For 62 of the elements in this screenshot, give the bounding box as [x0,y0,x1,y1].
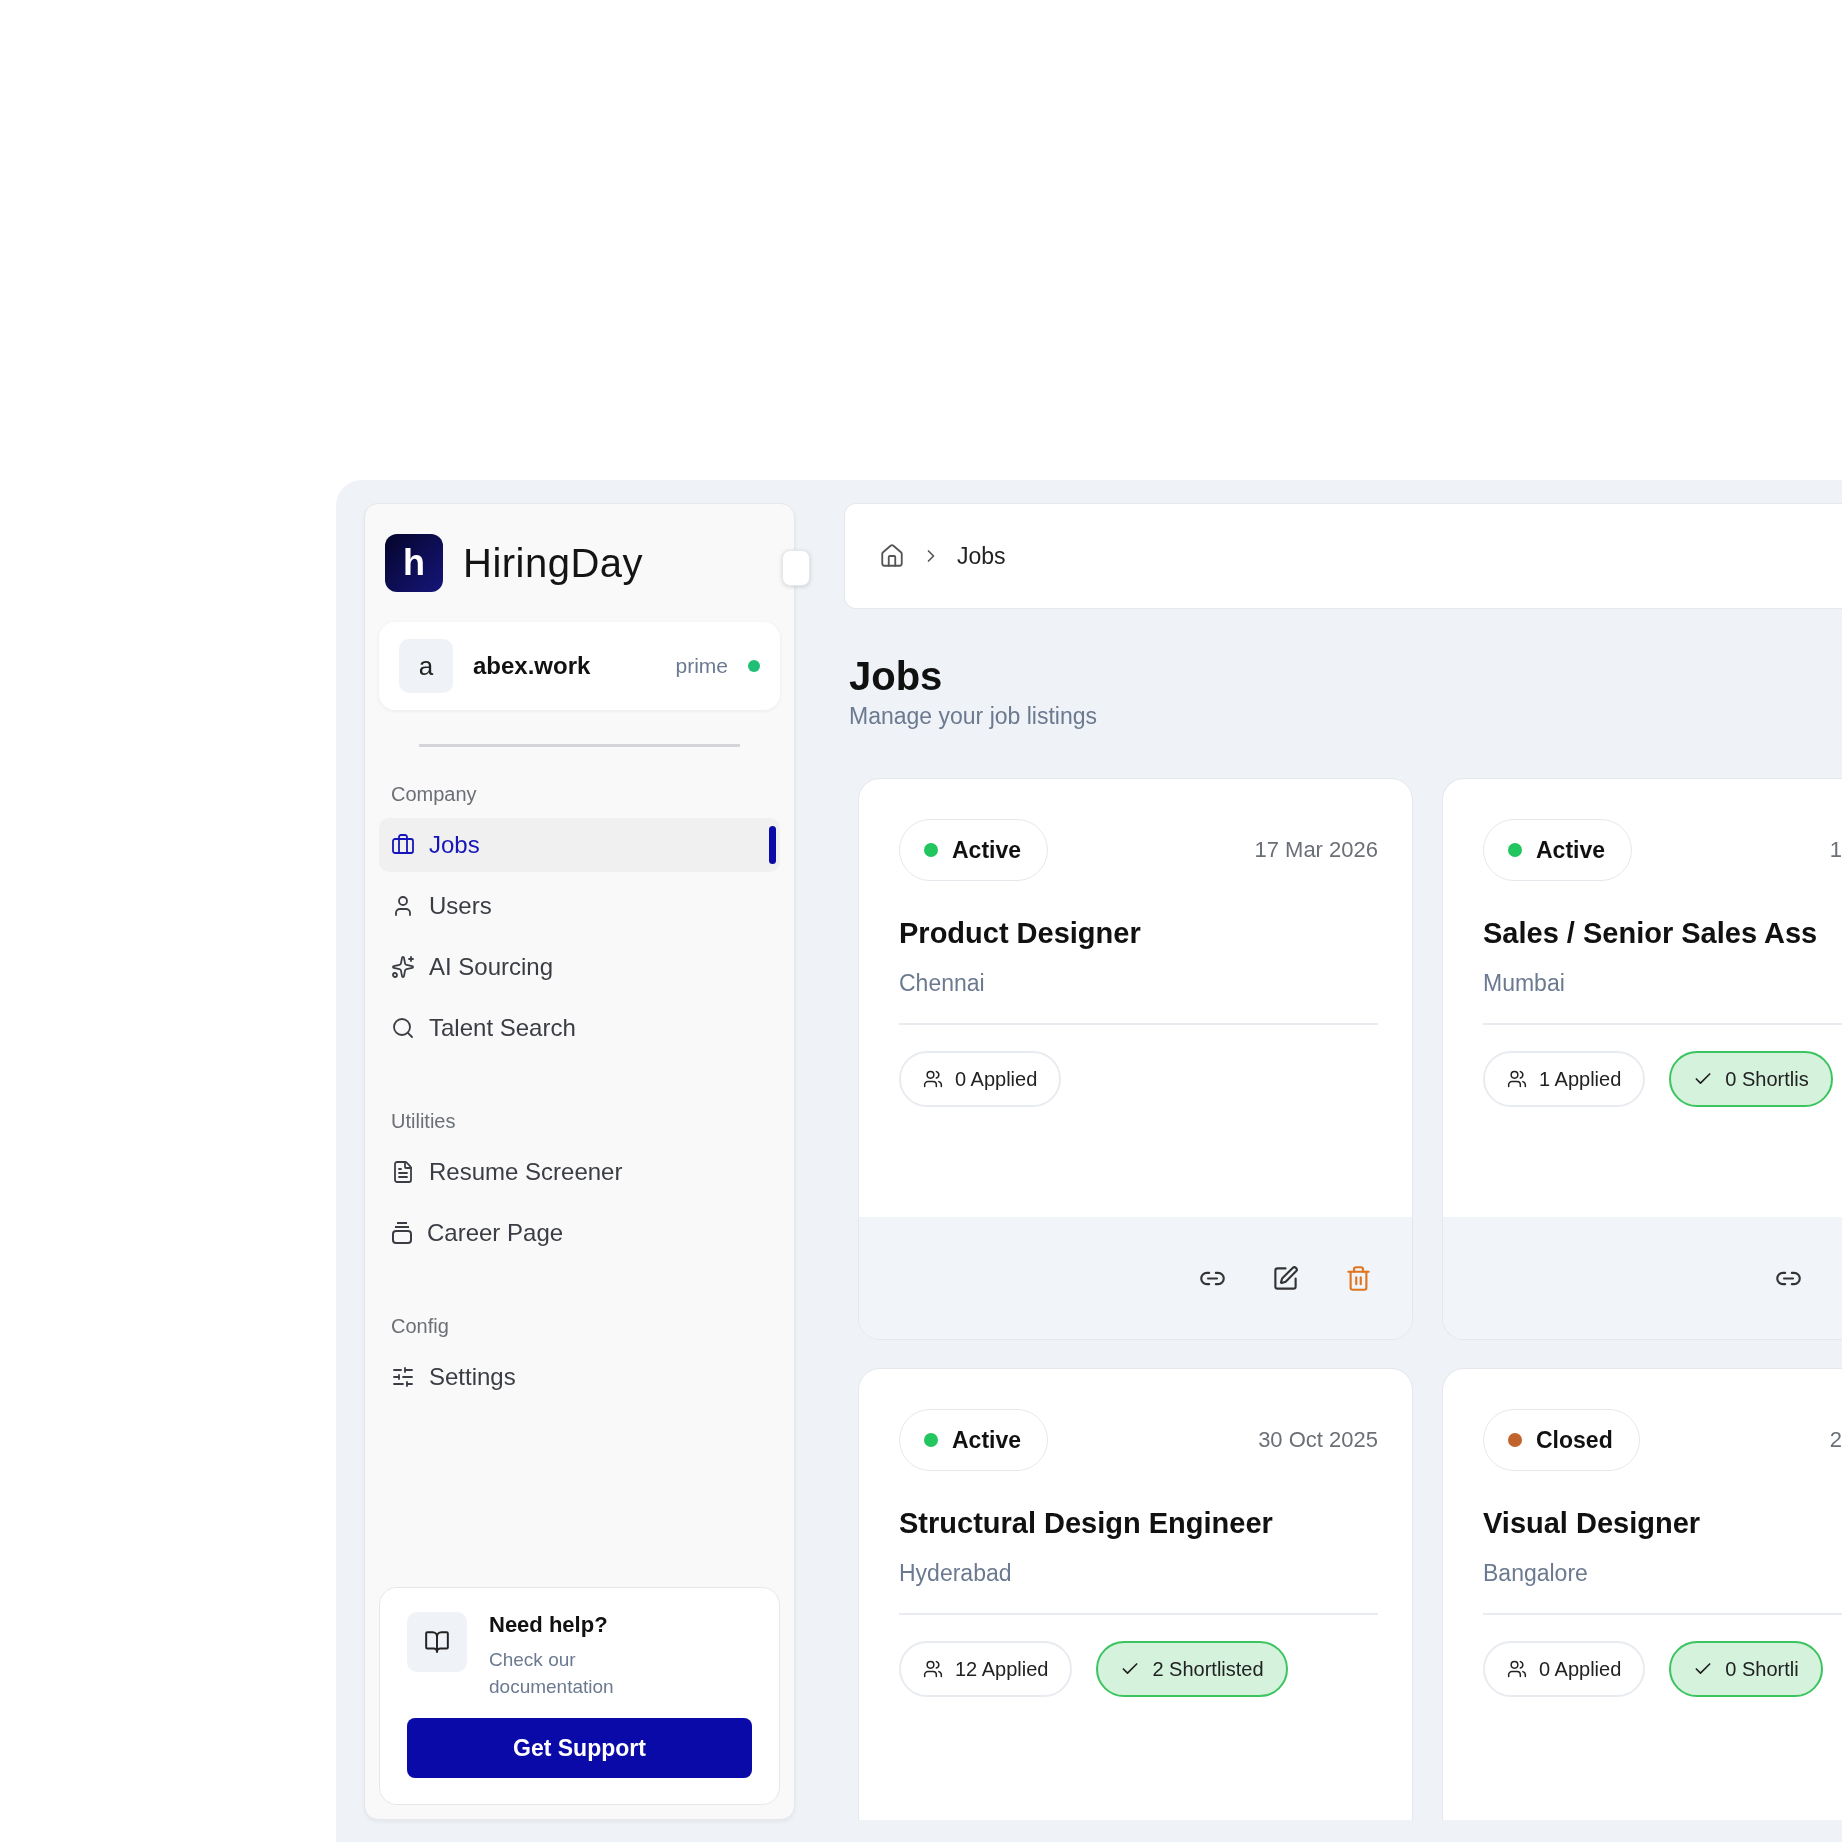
page-subtitle: Manage your job listings [849,703,1099,730]
account-card[interactable]: a abex.work prime [379,622,780,710]
posted-date: 17 Mar 2026 [1254,837,1378,863]
shortlisted-count: 0 Shortlis [1669,1051,1833,1107]
applied-count: 0 Applied [899,1051,1062,1107]
status-label: Active [952,1426,1022,1454]
sparkles-icon [391,955,415,979]
job-location: Hyderabad [899,1560,1013,1587]
collapse-handle[interactable] [782,550,810,586]
people-icon [923,1069,943,1089]
people-icon [1507,1069,1527,1089]
applied-count: 12 Applied [899,1641,1073,1697]
edit-button[interactable] [1272,1264,1299,1292]
nav-heading: Company [390,783,478,806]
plan-label: prime [675,654,728,678]
posted-date: 30 Oct 2025 [1258,1427,1378,1453]
logo: h [385,534,443,592]
people-icon [923,1659,943,1679]
posted-date: 2 [1829,1427,1842,1453]
breadcrumb-item[interactable]: Jobs [957,542,1006,570]
account-name: abex.work [473,652,592,680]
status-label: Active [1536,836,1606,864]
shortlisted-count: 0 Shortli [1669,1641,1823,1697]
help-title: Need help? [489,1612,609,1638]
briefcase-icon [391,833,415,857]
job-title: Product Designer [899,917,1142,950]
trash-button[interactable] [1345,1264,1372,1292]
book-icon [407,1612,467,1672]
job-location: Mumbai [1483,970,1566,997]
nav-item[interactable]: Settings [379,1350,780,1404]
search-icon [391,1016,415,1040]
people-icon [1507,1659,1527,1679]
nav-item[interactable]: Users [379,879,780,933]
status-label: Closed [1536,1426,1613,1454]
job-title: Sales / Senior Sales Ass [1483,917,1819,950]
sliders-icon [391,1365,415,1389]
applied-count: 1 Applied [1483,1051,1646,1107]
page-title: Jobs [849,653,944,699]
brand-name: HiringDay [463,540,644,586]
status-label: Active [952,836,1022,864]
nav-item[interactable]: Jobs [379,818,780,872]
nav-item[interactable]: AI Sourcing [379,940,780,994]
nav-item[interactable]: Talent Search [379,1001,780,1055]
nav-item[interactable]: Resume Screener [379,1145,780,1199]
active-indicator [769,826,776,864]
job-location: Bangalore [1483,1560,1589,1587]
online-dot [748,660,760,672]
get-support-button[interactable]: Get Support [407,1718,752,1778]
applied-count: 0 Applied [1483,1641,1646,1697]
stack-icon [391,1221,413,1245]
help-text: Check our documentation [489,1648,615,1699]
job-location: Chennai [899,970,986,997]
nav-item[interactable]: Career Page [379,1206,780,1260]
job-title: Structural Design Engineer [899,1507,1274,1540]
nav-heading: Config [390,1315,450,1338]
nav-heading: Utilities [390,1110,457,1133]
shortlisted-count: 2 Shortlisted [1096,1641,1288,1697]
document-icon [391,1160,415,1184]
home-icon[interactable] [879,543,905,569]
job-title: Visual Designer [1483,1507,1702,1540]
avatar: a [399,639,453,693]
posted-date: 1 [1829,837,1842,863]
